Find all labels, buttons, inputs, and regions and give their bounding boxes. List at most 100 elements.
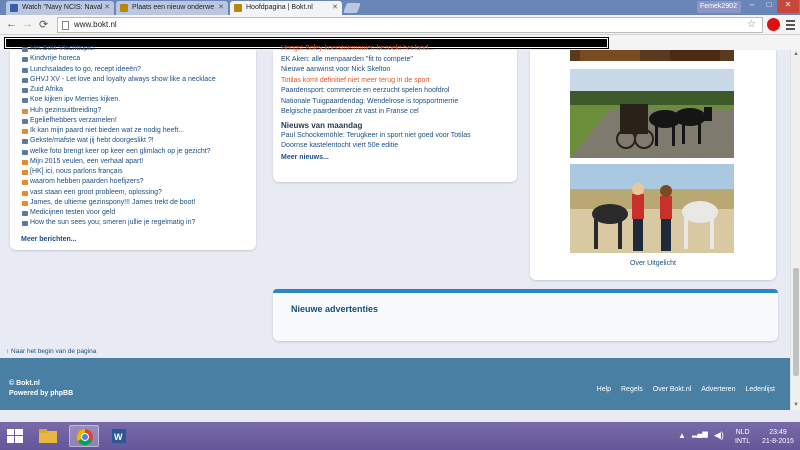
footer-links: Help Regels Over Bokt.nl Adverteren Lede… bbox=[589, 386, 775, 393]
page-scrollbar[interactable]: ▲ ▼ bbox=[790, 50, 800, 410]
news-item[interactable]: Nieuwe aanwinst voor Nick Skelton bbox=[281, 65, 513, 76]
new-ads-title[interactable]: Nieuwe advertenties bbox=[291, 304, 378, 314]
new-tab-button[interactable] bbox=[343, 3, 361, 13]
maximize-button[interactable]: □ bbox=[762, 0, 776, 13]
back-to-top-link[interactable]: ↑ Naar het begin van de pagina bbox=[6, 348, 96, 355]
topic-icon bbox=[22, 67, 28, 73]
topic-list: Het Bokt Vlechttopic! Kindvrije horeca Lun… bbox=[22, 44, 216, 229]
topic-icon bbox=[22, 159, 28, 165]
footer-link-over[interactable]: Over Bokt.nl bbox=[653, 386, 692, 393]
topic-label: Gekste/mafste wat jij hebt doorgeslikt ?… bbox=[30, 137, 154, 145]
news-item[interactable]: Paul Schockemöhle: Terugkeer in sport ni… bbox=[281, 131, 513, 142]
topic-item[interactable]: Huh gezinsuitbreiding? bbox=[22, 106, 216, 116]
news-item[interactable]: Doornse kastelentocht viert 50e editie bbox=[281, 141, 513, 152]
windows-start-icon[interactable] bbox=[7, 429, 23, 443]
close-tab-icon[interactable]: ✕ bbox=[104, 3, 110, 11]
minimize-button[interactable]: – bbox=[743, 0, 761, 13]
news-item[interactable]: EK Aken: alle menpaarden "fit to compete… bbox=[281, 55, 513, 66]
close-tab-icon[interactable]: ✕ bbox=[332, 3, 338, 11]
scroll-up-arrow-icon[interactable]: ▲ bbox=[793, 51, 799, 57]
chrome-taskbar-button[interactable] bbox=[69, 425, 99, 447]
powered-by-link[interactable]: Powered by phpBB bbox=[9, 389, 73, 399]
topic-icon bbox=[22, 108, 28, 114]
topic-label: vast staan een groot probleem, oplossing… bbox=[30, 188, 162, 196]
page-content: Het Bokt Vlechttopic! Kindvrije horeca Lun… bbox=[0, 45, 790, 410]
topic-item[interactable]: vast staan een groot probleem, oplossing… bbox=[22, 188, 216, 198]
topic-label: Egeliefhebbers verzamelen! bbox=[30, 116, 117, 124]
footer-link-regels[interactable]: Regels bbox=[621, 386, 643, 393]
topic-item[interactable]: GHVJ XV - Let love and loyalty always sh… bbox=[22, 75, 216, 85]
clock-time: 23:49 bbox=[769, 429, 787, 436]
topic-label: Mijn 2015 veulen, een verhaal apart! bbox=[30, 157, 144, 165]
footer-link-ledenlijst[interactable]: Ledenlijst bbox=[745, 386, 775, 393]
topic-icon bbox=[22, 180, 28, 186]
carriage-horses-photo[interactable] bbox=[570, 69, 734, 158]
horse-photo-top[interactable] bbox=[570, 50, 734, 61]
svg-text:W: W bbox=[114, 432, 123, 442]
forward-arrow-icon[interactable]: → bbox=[22, 18, 33, 30]
topic-item[interactable]: Ik kan mijn paard niet bieden wat ze nod… bbox=[22, 126, 216, 136]
topic-label: welke foto brengt keer op keer een gliml… bbox=[30, 147, 211, 155]
topic-item[interactable]: [HK] ici, nous parlons français bbox=[22, 167, 216, 177]
tab-label: Hoofdpagina | Bokt.nl bbox=[246, 4, 313, 11]
scroll-down-arrow-icon[interactable]: ▼ bbox=[793, 402, 799, 408]
close-tab-icon[interactable]: ✕ bbox=[218, 3, 224, 11]
show-hidden-icons-icon[interactable]: ▲ bbox=[678, 431, 686, 440]
close-window-button[interactable]: ✕ bbox=[777, 0, 799, 13]
topic-item[interactable]: Lunchsalades to go, recept ideeën? bbox=[22, 65, 216, 75]
language-indicator[interactable]: NLD INTL bbox=[735, 428, 750, 446]
topic-label: waarom hebben paarden hoefijzers? bbox=[30, 178, 144, 186]
topic-item[interactable]: welke foto brengt keer op keer een gliml… bbox=[22, 147, 216, 157]
topic-item[interactable]: waarom hebben paarden hoefijzers? bbox=[22, 177, 216, 187]
more-news-link[interactable]: Meer nieuws... bbox=[281, 154, 513, 161]
news-item[interactable]: Hengst Boley koerstoernooien bezoekt het… bbox=[281, 44, 513, 55]
file-explorer-taskbar-button[interactable] bbox=[33, 425, 63, 447]
news-panel: Hengst Boley koerstoernooien bezoekt het… bbox=[273, 45, 517, 182]
girls-horses-beach-photo[interactable] bbox=[570, 164, 734, 253]
network-icon[interactable]: ▂▄▆ bbox=[692, 430, 708, 438]
profile-badge[interactable]: Femek2902 bbox=[697, 1, 741, 13]
topic-item[interactable]: Egeliefhebbers verzamelen! bbox=[22, 116, 216, 126]
news-item[interactable]: Belgische paardenboer zit vast in Franse… bbox=[281, 107, 513, 118]
topic-item[interactable]: How the sun sees you; smeren jullie je r… bbox=[22, 218, 216, 228]
topic-item[interactable]: James, de ultieme gezinspony!!! James tr… bbox=[22, 198, 216, 208]
tab-hoofdpagina[interactable]: Hoofdpagina | Bokt.nl ✕ bbox=[230, 1, 342, 15]
topic-label: Het Bokt Vlechttopic! bbox=[30, 45, 95, 52]
topic-item[interactable]: Het Bokt Vlechttopic! bbox=[22, 44, 216, 54]
scroll-thumb[interactable] bbox=[793, 268, 799, 376]
folder-icon bbox=[39, 429, 57, 443]
topic-icon bbox=[22, 211, 28, 216]
news-item[interactable]: Paardensport: commercie en eerzucht spel… bbox=[281, 86, 513, 97]
tab-label: Plaats een nieuw onderwe bbox=[132, 4, 215, 11]
topic-item[interactable]: Koe kijken ipv Merries kijken. bbox=[22, 95, 216, 105]
topic-item[interactable]: Mijn 2015 veulen, een verhaal apart! bbox=[22, 157, 216, 167]
windows-taskbar: W ▲ ▂▄▆ ◀) NLD INTL 23:49 21-8-2015 bbox=[0, 422, 800, 450]
back-arrow-icon[interactable]: ← bbox=[6, 18, 17, 30]
topic-label: Koe kijken ipv Merries kijken. bbox=[30, 96, 121, 104]
word-taskbar-button[interactable]: W bbox=[104, 425, 134, 447]
reload-icon[interactable]: ⟳ bbox=[39, 18, 48, 31]
address-bar[interactable]: www.bokt.nl ☆ bbox=[57, 17, 763, 33]
footer-link-adverteren[interactable]: Adverteren bbox=[701, 386, 735, 393]
volume-icon[interactable]: ◀) bbox=[714, 430, 724, 441]
topic-item[interactable]: Kindvrije horeca bbox=[22, 54, 216, 64]
tab-navy-ncis[interactable]: Watch "Navy NCIS: Naval ✕ bbox=[6, 1, 114, 15]
keyboard-layout: INTL bbox=[735, 438, 751, 445]
news-item[interactable]: Totilas komt definitief niet meer terug … bbox=[281, 76, 513, 87]
topic-item[interactable]: Gekste/mafste wat jij hebt doorgeslikt ?… bbox=[22, 136, 216, 146]
news-item[interactable]: Nationale Tuigpaardendag: Wendelrose is … bbox=[281, 97, 513, 108]
recent-topics-panel: Het Bokt Vlechttopic! Kindvrije horeca Lun… bbox=[10, 45, 256, 250]
highlight-caption[interactable]: Over Uitgelicht bbox=[530, 260, 776, 267]
bookmark-star-icon[interactable]: ☆ bbox=[747, 19, 756, 30]
topic-item[interactable]: Medicijnen testen voor geld bbox=[22, 208, 216, 218]
browser-titlebar: Watch "Navy NCIS: Naval ✕ Plaats een nie… bbox=[0, 0, 800, 15]
topic-icon bbox=[22, 88, 28, 93]
system-clock[interactable]: 23:49 21-8-2015 bbox=[758, 428, 798, 446]
more-posts-link[interactable]: Meer berichten... bbox=[21, 236, 77, 243]
tab-plaats-bericht[interactable]: Plaats een nieuw onderwe ✕ bbox=[116, 1, 228, 15]
extension-icon[interactable] bbox=[767, 18, 780, 31]
chrome-menu-icon[interactable] bbox=[786, 20, 795, 32]
topic-item[interactable]: Zuid Afrika bbox=[22, 85, 216, 95]
topic-icon bbox=[22, 77, 28, 83]
footer-link-help[interactable]: Help bbox=[597, 386, 611, 393]
